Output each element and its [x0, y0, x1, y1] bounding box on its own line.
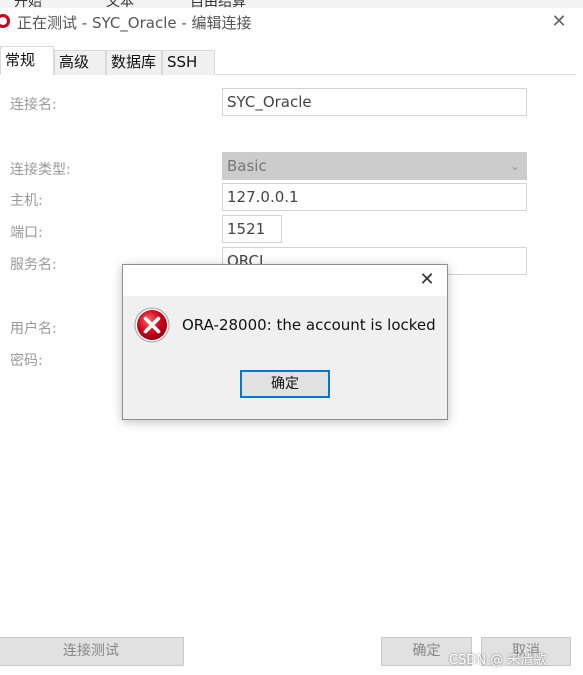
- toolbar-item[interactable]: 文本: [106, 0, 134, 8]
- chevron-down-icon: ⌄: [509, 159, 520, 173]
- toolbar-strip: 开始 文本 自由结算: [0, 0, 583, 8]
- username-label: 用户名:: [10, 321, 57, 337]
- port-label: 端口:: [10, 225, 43, 241]
- dialog-title-bar: ✕: [123, 265, 447, 296]
- error-icon: [134, 307, 170, 343]
- oracle-icon: [0, 14, 10, 28]
- dialog-ok-button[interactable]: 确定: [240, 370, 330, 398]
- toolbar-item[interactable]: 开始: [14, 0, 51, 8]
- tab-advanced[interactable]: 高级: [54, 50, 106, 75]
- watermark: CSDN @ 宋清歌: [449, 653, 547, 668]
- connection-name-label: 连接名:: [10, 97, 57, 113]
- dialog-close-button[interactable]: ✕: [415, 268, 439, 292]
- tab-ssh[interactable]: SSH: [162, 50, 215, 75]
- service-name-label: 服务名:: [10, 257, 57, 273]
- test-connection-button[interactable]: 连接测试: [0, 637, 184, 666]
- connection-name-input[interactable]: SYC_Oracle: [222, 88, 527, 116]
- connection-type-label: 连接类型:: [10, 162, 71, 178]
- window-title: 正在测试 - SYC_Oracle - 编辑连接: [17, 14, 252, 32]
- tab-general[interactable]: 常规: [0, 46, 54, 75]
- password-label: 密码:: [10, 353, 43, 369]
- title-bar: 正在测试 - SYC_Oracle - 编辑连接 ✕: [0, 8, 583, 38]
- window-close-button[interactable]: ✕: [546, 10, 572, 34]
- host-input[interactable]: 127.0.0.1: [222, 183, 527, 211]
- connection-type-value: Basic: [227, 157, 267, 175]
- connection-type-select[interactable]: Basic ⌄: [222, 152, 527, 180]
- toolbar-item[interactable]: 自由结算: [190, 0, 246, 8]
- port-input[interactable]: 1521: [222, 215, 282, 243]
- host-label: 主机:: [10, 193, 43, 209]
- edit-connection-window: 开始 文本 自由结算 正在测试 - SYC_Oracle - 编辑连接 ✕ 常规…: [0, 0, 583, 675]
- error-dialog: ✕ ORA-28000: the account is locked 确定: [122, 264, 448, 420]
- error-message: ORA-28000: the account is locked: [182, 316, 436, 334]
- tab-database[interactable]: 数据库: [106, 50, 162, 75]
